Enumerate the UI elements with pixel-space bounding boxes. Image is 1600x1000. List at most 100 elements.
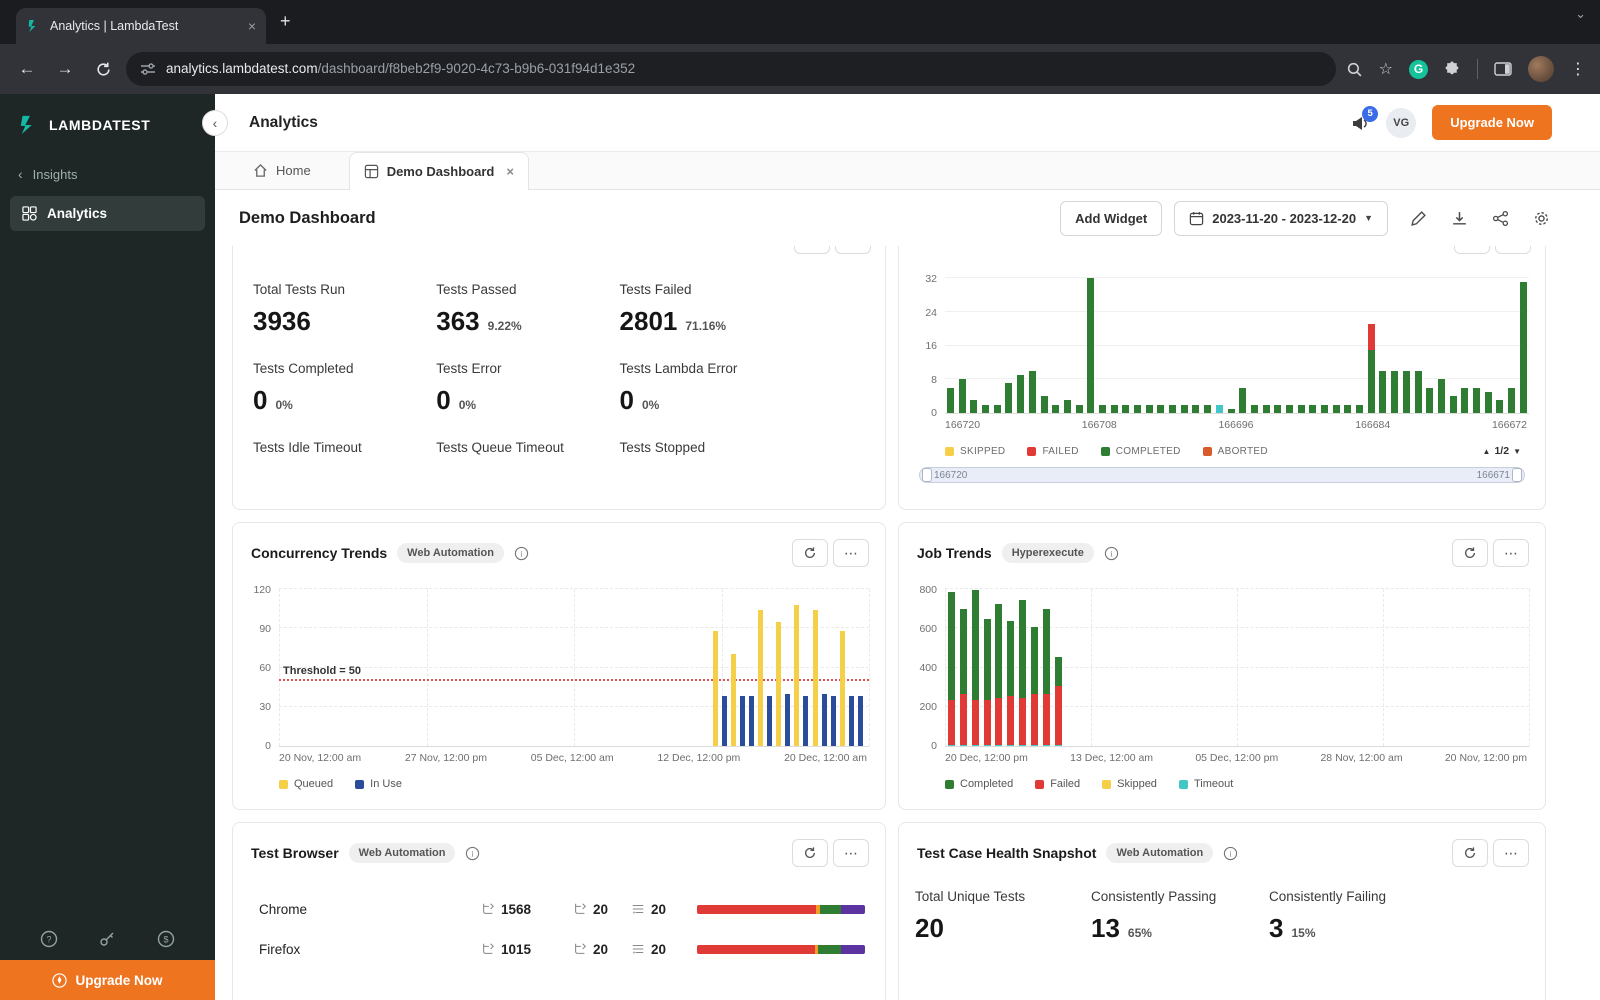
sidebar-item-analytics[interactable]: Analytics: [10, 196, 205, 231]
widget-test-browser: Test Browser Web Automation i ⋯ Chrome 1…: [232, 822, 886, 1000]
url-path: /dashboard/f8beb2f9-9020-4c73-b9b6-031f9…: [317, 61, 636, 76]
info-icon[interactable]: i: [1104, 546, 1119, 561]
back-icon[interactable]: ←: [8, 59, 46, 79]
profile-avatar[interactable]: [1528, 56, 1554, 82]
chart-bar: [1414, 278, 1422, 413]
key-icon[interactable]: [98, 930, 116, 948]
tab-close-icon[interactable]: ×: [248, 18, 256, 34]
grammarly-icon[interactable]: G: [1409, 59, 1428, 79]
refresh-button[interactable]: [1454, 246, 1490, 254]
page-title: Analytics: [249, 113, 318, 131]
refresh-button[interactable]: [792, 539, 828, 567]
legend-item[interactable]: Timeout: [1178, 778, 1233, 790]
zoom-to-label: 166671: [1476, 469, 1510, 481]
billing-icon[interactable]: $: [157, 930, 175, 948]
edit-icon[interactable]: [1410, 210, 1427, 227]
more-options-button[interactable]: ⋯: [833, 839, 869, 867]
stat-label: Consistently Passing: [1091, 889, 1217, 904]
tab-demo-dashboard-label: Demo Dashboard: [386, 164, 495, 179]
refresh-button[interactable]: [1452, 539, 1488, 567]
legend-item[interactable]: Skipped: [1102, 778, 1157, 790]
browser-name: Firefox: [259, 941, 301, 957]
collapse-back-button[interactable]: ‹: [202, 110, 228, 136]
browser-toolbar: ← → analytics.lambdatest.com/dashboard/f…: [0, 44, 1600, 94]
new-tab-icon[interactable]: +: [280, 12, 291, 30]
chart-bar: [803, 589, 809, 746]
refresh-button[interactable]: [1452, 839, 1488, 867]
side-panel-icon[interactable]: [1494, 61, 1512, 77]
info-icon[interactable]: i: [465, 846, 480, 861]
page-up-icon[interactable]: ▲: [1483, 447, 1491, 456]
table-row-chrome[interactable]: Chrome 1568 20 20: [233, 889, 885, 929]
sidebar-item-insights[interactable]: ‹ Insights: [0, 154, 215, 194]
more-options-button[interactable]: ⋯: [1493, 839, 1529, 867]
help-icon[interactable]: ?: [40, 930, 58, 948]
zoom-handle-right[interactable]: [1512, 468, 1522, 482]
chart-bar: [730, 589, 736, 746]
refresh-button[interactable]: [794, 246, 830, 254]
stat-pct: 0%: [275, 398, 293, 412]
dashboard-header: Demo Dashboard Add Widget 2023-11-20 - 2…: [215, 190, 1600, 246]
more-options-button[interactable]: ⋯: [835, 246, 871, 254]
table-row-firefox[interactable]: Firefox 1015 20 20: [233, 929, 885, 969]
legend-item[interactable]: COMPLETED: [1100, 446, 1181, 457]
more-options-button[interactable]: ⋯: [1493, 539, 1529, 567]
extensions-icon[interactable]: [1444, 61, 1461, 78]
svg-text:i: i: [1110, 549, 1113, 558]
chart-bar: [1519, 278, 1527, 413]
download-icon[interactable]: [1451, 210, 1468, 227]
share-icon[interactable]: [1492, 210, 1509, 227]
legend-pager[interactable]: ▲ 1/2 ▼: [1483, 445, 1521, 457]
more-options-button[interactable]: ⋯: [1495, 246, 1531, 254]
user-avatar[interactable]: VG: [1386, 107, 1417, 138]
sidebar-upgrade-button[interactable]: Upgrade Now: [0, 960, 215, 1000]
legend-item[interactable]: Completed: [945, 778, 1013, 790]
more-options-button[interactable]: ⋯: [833, 539, 869, 567]
chevron-left-icon[interactable]: ‹: [18, 166, 23, 182]
legend-item[interactable]: Queued: [279, 778, 333, 790]
stat-value: 0: [436, 385, 451, 415]
chart-bar: [1391, 278, 1399, 413]
chart-bar: [1215, 278, 1223, 413]
chart-bar: [1461, 278, 1469, 413]
legend-item[interactable]: FAILED: [1027, 446, 1078, 457]
info-icon[interactable]: i: [514, 546, 529, 561]
upgrade-now-button[interactable]: Upgrade Now: [1432, 105, 1552, 140]
browser-menu-icon[interactable]: ⋮: [1570, 59, 1586, 79]
legend-item[interactable]: ABORTED: [1202, 446, 1268, 457]
settings-gear-icon[interactable]: [1533, 210, 1550, 227]
stat-label: Consistently Failing: [1269, 889, 1387, 904]
zoom-icon[interactable]: [1346, 61, 1363, 78]
stat-value: 2801: [619, 306, 678, 336]
legend-item[interactable]: Failed: [1035, 778, 1080, 790]
home-icon: [254, 163, 267, 177]
chevron-down-icon[interactable]: ⌄: [1575, 6, 1586, 22]
data-zoom-slider[interactable]: 166720 166671: [919, 467, 1525, 483]
page-down-icon[interactable]: ▼: [1513, 447, 1521, 456]
chart-bar: [1344, 278, 1352, 413]
zoom-handle-left[interactable]: [922, 468, 932, 482]
announcements-button[interactable]: 5: [1350, 105, 1379, 133]
legend-item[interactable]: In Use: [355, 778, 402, 790]
tab-home[interactable]: Home: [235, 151, 329, 189]
legend-item[interactable]: SKIPPED: [945, 446, 1005, 457]
stat-value: 20: [915, 913, 944, 943]
chart-bar: [767, 589, 773, 746]
browser-tab[interactable]: Analytics | LambdaTest ×: [16, 8, 266, 44]
forward-icon[interactable]: →: [46, 59, 84, 79]
url-host: analytics.lambdatest.com: [166, 61, 318, 76]
bookmark-icon[interactable]: ☆: [1379, 59, 1393, 79]
tab-close-icon[interactable]: ×: [506, 164, 514, 179]
tab-demo-dashboard[interactable]: Demo Dashboard ×: [348, 152, 529, 190]
info-icon[interactable]: i: [1223, 846, 1238, 861]
refresh-button[interactable]: [792, 839, 828, 867]
site-settings-icon[interactable]: [140, 61, 156, 77]
reload-icon[interactable]: [84, 61, 122, 78]
url-bar[interactable]: analytics.lambdatest.com/dashboard/f8beb…: [126, 52, 1336, 86]
chart-bar: [785, 589, 791, 746]
rocket-icon: [52, 972, 68, 988]
lambdatest-logo[interactable]: LAMBDATEST: [0, 94, 215, 154]
stat-label: Tests Failed: [619, 282, 692, 297]
date-range-button[interactable]: 2023-11-20 - 2023-12-20 ▼: [1174, 200, 1388, 236]
add-widget-button[interactable]: Add Widget: [1060, 200, 1163, 236]
